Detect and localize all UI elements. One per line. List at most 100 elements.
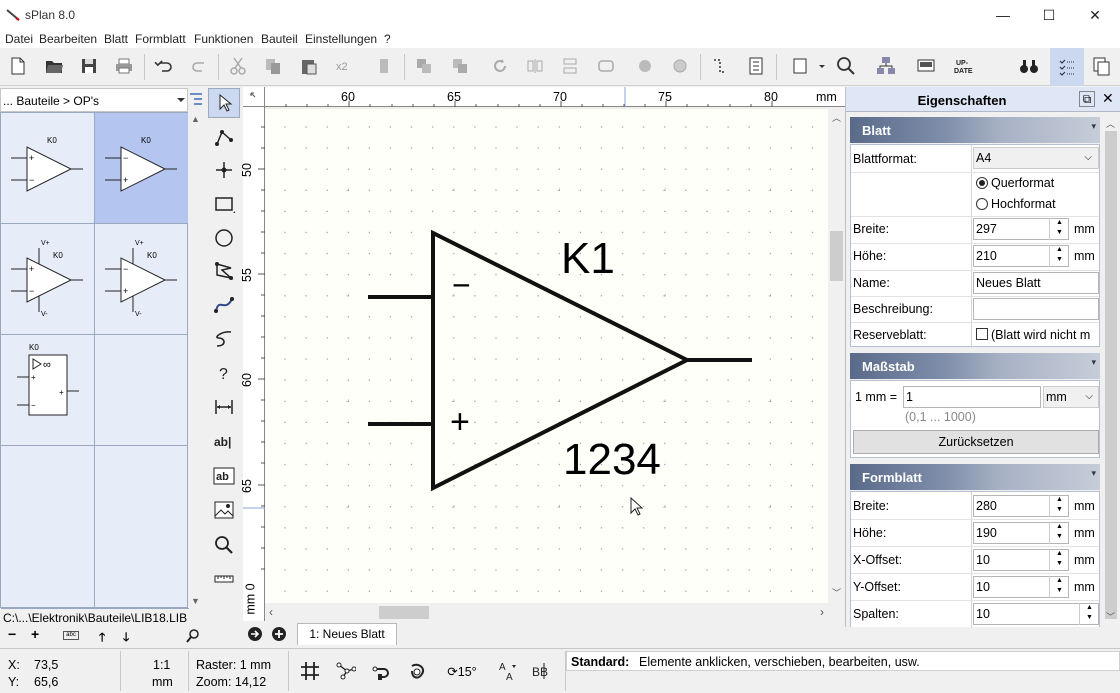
spinner-icon[interactable]: ▲ ▼	[1079, 603, 1099, 625]
component-ref-label[interactable]: K1	[561, 237, 615, 281]
float-panel-icon[interactable]: ⧉	[1079, 91, 1095, 107]
undo-icon[interactable]	[152, 54, 176, 78]
send-to-back-icon[interactable]	[448, 54, 472, 78]
select-tool-icon[interactable]	[208, 88, 240, 118]
text-tool-icon[interactable]: ab|	[208, 427, 240, 457]
copy-icon[interactable]	[261, 54, 285, 78]
drawing-sheet[interactable]: − + K1 1234	[265, 107, 845, 603]
bezier-tool-icon[interactable]	[208, 290, 240, 320]
landscape-radio[interactable]	[976, 177, 988, 189]
menu-bauteil[interactable]: Bauteil	[261, 32, 298, 46]
remove-item-icon[interactable]: −	[8, 626, 16, 642]
snap-objects-icon[interactable]	[406, 659, 430, 683]
rotate-angle-icon[interactable]: ⟳15°	[444, 659, 480, 683]
update-icon[interactable]: UP- DATE	[953, 54, 981, 78]
library-item[interactable]: ∞ + − + K0	[1, 335, 95, 446]
menu-formblatt[interactable]: Formblatt	[135, 32, 186, 46]
save-icon[interactable]	[77, 54, 101, 78]
menu-blatt[interactable]: Blatt	[104, 32, 128, 46]
zoom-dropdown-icon[interactable]	[817, 54, 827, 78]
delete-icon[interactable]	[372, 54, 396, 78]
rename-icon[interactable]: abc	[63, 631, 79, 640]
spinner-icon[interactable]: ▲ ▼	[1049, 549, 1069, 571]
sheet-description-input[interactable]	[973, 298, 1099, 320]
minimize-button[interactable]: —	[980, 0, 1026, 30]
collapse-icon[interactable]: ▾	[1091, 357, 1096, 368]
reserve-checkbox[interactable]	[976, 328, 988, 340]
scrollbar-thumb[interactable]	[379, 606, 429, 619]
add-item-icon[interactable]: +	[31, 626, 39, 642]
spinner-icon[interactable]: ▲ ▼	[1049, 245, 1069, 267]
arrow-right-icon[interactable]	[247, 626, 263, 642]
sheet-tab[interactable]: 1: Neues Blatt	[297, 623, 397, 645]
portrait-radio[interactable]	[976, 198, 988, 210]
dimension-tool-icon[interactable]	[208, 392, 240, 422]
polygon-tool-icon[interactable]	[208, 256, 240, 286]
cut-icon[interactable]	[226, 54, 250, 78]
redo-icon[interactable]	[188, 54, 212, 78]
move-up-icon[interactable]: 🡑	[99, 628, 105, 649]
section-massstab-header[interactable]: Maßstab ▾	[850, 353, 1100, 379]
library-item[interactable]: + − V+ V- K0	[1, 224, 95, 335]
schematic-canvas[interactable]	[265, 107, 845, 603]
spinner-icon[interactable]: ▲ ▼	[1049, 576, 1069, 598]
print-icon[interactable]	[112, 54, 136, 78]
library-item-selected[interactable]: − + K0	[95, 113, 189, 224]
group-icon[interactable]	[594, 54, 618, 78]
hierarchy-icon[interactable]	[874, 54, 898, 78]
unlock-icon[interactable]	[668, 54, 692, 78]
collapse-icon[interactable]: ▾	[1091, 468, 1096, 479]
rectangle-tool-icon[interactable]	[208, 189, 240, 219]
open-folder-icon[interactable]	[42, 54, 66, 78]
measure-tool-icon[interactable]	[208, 564, 240, 594]
close-panel-icon[interactable]: ✕	[1102, 90, 1114, 107]
canvas-vertical-scrollbar[interactable]: ︿ ﹀	[828, 107, 845, 603]
mirror-vertical-icon[interactable]	[558, 54, 582, 78]
sheet-format-select[interactable]: A4 ⌵	[973, 147, 1099, 169]
grid-icon[interactable]	[298, 659, 322, 683]
new-file-icon[interactable]	[6, 54, 30, 78]
duplicate-icon[interactable]: x2	[333, 54, 357, 78]
properties-scrollbar[interactable]: ︿ ﹀	[1102, 113, 1120, 627]
library-selector[interactable]: ... Bauteile > OP's	[0, 88, 188, 112]
component-value-label[interactable]: 1234	[563, 438, 661, 482]
page-icon[interactable]	[788, 54, 812, 78]
properties-toggle-icon[interactable]	[1050, 48, 1084, 86]
display-icon[interactable]	[914, 54, 938, 78]
text-mirror-icon[interactable]: BB	[532, 659, 556, 683]
connection-icon[interactable]	[708, 54, 732, 78]
menu-einstellungen[interactable]: Einstellungen	[305, 32, 377, 46]
paste-icon[interactable]	[297, 54, 321, 78]
maximize-button[interactable]: ☐	[1026, 0, 1072, 30]
ellipse-tool-icon[interactable]	[208, 223, 240, 253]
zoom-tool-icon[interactable]	[208, 530, 240, 560]
menu-datei[interactable]: Datei	[5, 32, 33, 46]
library-item[interactable]: − + V+ V- K0	[95, 224, 189, 335]
menu-help[interactable]: ?	[384, 32, 391, 46]
scale-input[interactable]: 1	[903, 386, 1041, 408]
snap-magnet-icon[interactable]	[370, 659, 394, 683]
freehand-tool-icon[interactable]	[208, 324, 240, 354]
close-button[interactable]: ✕	[1072, 0, 1118, 30]
canvas-horizontal-scrollbar[interactable]: ‹ ›	[265, 604, 828, 621]
move-down-icon[interactable]: 🡓	[123, 628, 129, 649]
scrollbar-thumb[interactable]	[830, 231, 843, 281]
image-tool-icon[interactable]	[208, 495, 240, 525]
sheet-name-input[interactable]: Neues Blatt	[973, 272, 1099, 294]
spinner-icon[interactable]: ▲ ▼	[1049, 218, 1069, 240]
spinner-icon[interactable]: ▲ ▼	[1049, 522, 1069, 544]
zoom-icon[interactable]	[834, 54, 858, 78]
menu-bearbeiten[interactable]: Bearbeiten	[39, 32, 97, 46]
parts-list-icon[interactable]	[744, 54, 768, 78]
scale-unit-select[interactable]: mm ⌵	[1043, 386, 1099, 408]
binoculars-icon[interactable]	[1017, 54, 1041, 78]
snap-nodes-icon[interactable]	[334, 659, 358, 683]
reset-scale-button[interactable]: Zurücksetzen	[853, 430, 1099, 454]
spinner-icon[interactable]: ▲ ▼	[1049, 495, 1069, 517]
textbox-tool-icon[interactable]: ab	[208, 461, 240, 491]
search-icon[interactable]	[186, 629, 200, 643]
library-options-icon[interactable]	[190, 92, 202, 108]
mirror-horizontal-icon[interactable]	[523, 54, 547, 78]
scrollbar-thumb[interactable]	[1105, 131, 1117, 619]
junction-tool-icon[interactable]	[208, 155, 240, 185]
